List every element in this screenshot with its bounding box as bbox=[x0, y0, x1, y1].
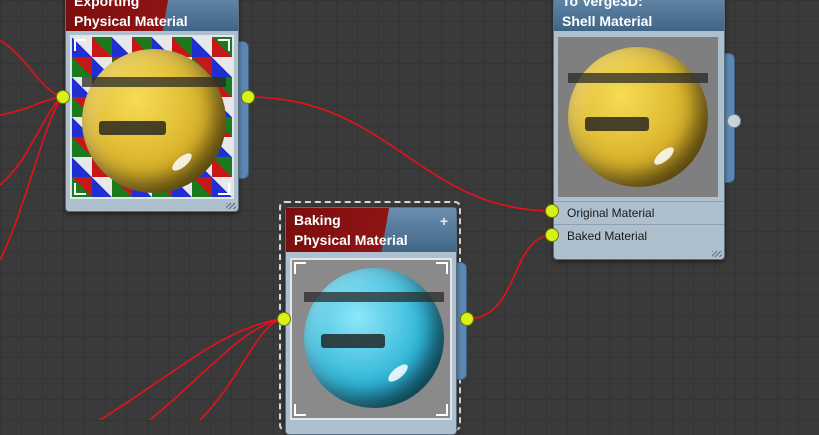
resize-grip[interactable] bbox=[226, 203, 236, 209]
node-title-line1: To Verge3D: bbox=[562, 0, 643, 9]
node-header[interactable]: Baking Physical Material + bbox=[286, 208, 456, 252]
input-label: Original Material bbox=[567, 206, 655, 220]
wire-in-baking-2 bbox=[149, 318, 281, 420]
node-title-line2: Physical Material bbox=[294, 232, 408, 248]
node-title-line1: Exporting bbox=[74, 0, 140, 9]
material-preview bbox=[290, 258, 452, 420]
wire-baked-to-shell bbox=[466, 234, 554, 320]
preview-sphere bbox=[82, 49, 226, 193]
node-header[interactable]: To Verge3D: Shell Material bbox=[554, 0, 724, 31]
wire-in-export-4 bbox=[0, 96, 63, 261]
baked-material-socket[interactable] bbox=[545, 228, 559, 242]
node-title-line2: Physical Material bbox=[74, 13, 188, 29]
node-header[interactable]: Exporting Physical Material bbox=[66, 0, 238, 31]
original-material-socket[interactable] bbox=[545, 204, 559, 218]
exporting-input-socket[interactable] bbox=[56, 90, 70, 104]
material-preview bbox=[558, 37, 718, 197]
input-original-material[interactable]: Original Material bbox=[554, 201, 724, 223]
exporting-material-node[interactable]: Exporting Physical Material bbox=[65, 0, 255, 214]
node-title-line1: Baking bbox=[294, 212, 341, 228]
wire-in-baking-3 bbox=[199, 318, 281, 420]
exporting-output-socket[interactable] bbox=[241, 90, 255, 104]
shell-output-socket[interactable] bbox=[727, 114, 741, 128]
resize-grip[interactable] bbox=[712, 251, 722, 257]
input-label: Baked Material bbox=[567, 229, 648, 243]
preview-sphere bbox=[568, 47, 708, 187]
wire-in-export-1 bbox=[0, 39, 63, 98]
wire-export-to-shell bbox=[247, 96, 554, 212]
wire-in-export-3 bbox=[0, 96, 63, 186]
wire-in-baking-1 bbox=[99, 318, 281, 420]
node-title-line2: Shell Material bbox=[562, 13, 653, 29]
material-preview bbox=[70, 35, 234, 199]
preview-sphere bbox=[304, 268, 444, 408]
baking-input-socket[interactable] bbox=[277, 312, 291, 326]
input-baked-material[interactable]: Baked Material bbox=[554, 224, 724, 246]
baking-output-socket[interactable] bbox=[460, 312, 474, 326]
baking-material-node[interactable]: Baking Physical Material + bbox=[285, 207, 475, 435]
shell-material-node[interactable]: To Verge3D: Shell Material Original Mate… bbox=[553, 0, 743, 263]
plus-icon[interactable]: + bbox=[440, 211, 448, 231]
wire-in-export-2 bbox=[0, 96, 63, 116]
